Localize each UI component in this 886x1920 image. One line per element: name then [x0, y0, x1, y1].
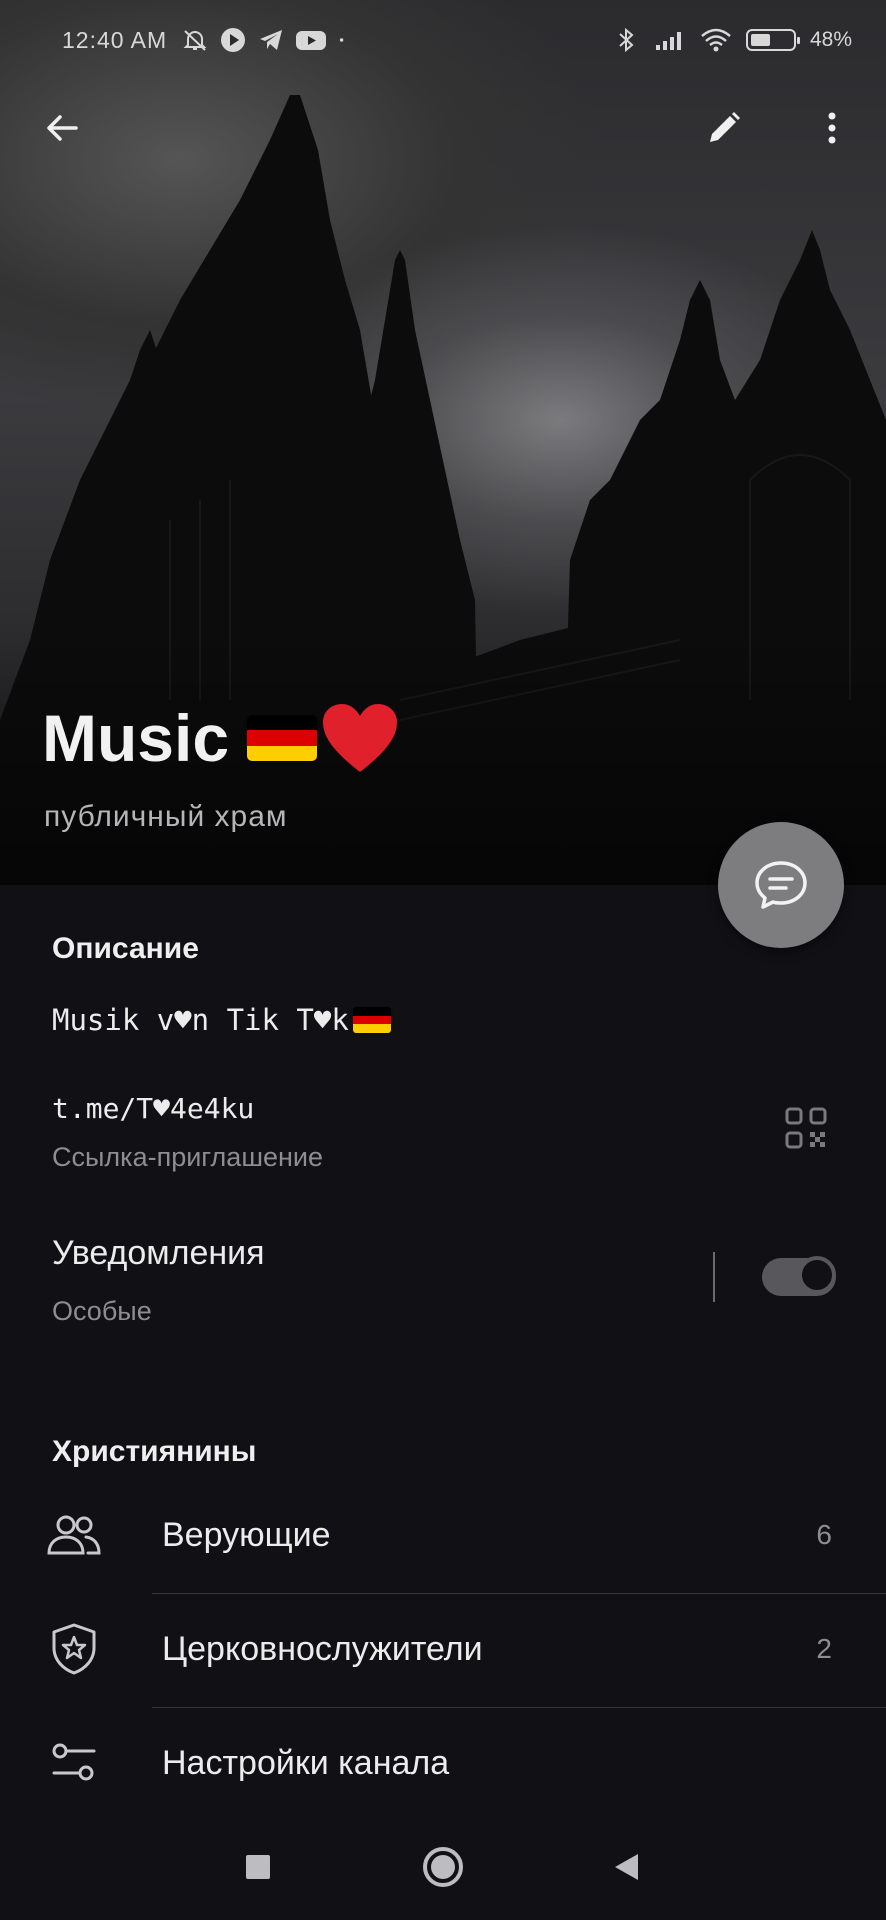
people-icon	[46, 1507, 102, 1563]
row-divider	[152, 1593, 886, 1594]
system-nav-bar	[0, 1830, 886, 1904]
channel-title: Music	[42, 700, 399, 776]
home-circle-icon	[423, 1847, 463, 1887]
description-text-body: Musik v♥n Tik T♥k	[52, 1003, 349, 1037]
invite-link-caption: Ссылка-приглашение	[52, 1142, 324, 1172]
row-members-label: Верующие	[162, 1515, 331, 1554]
channel-subtitle: публичный храм	[44, 800, 288, 833]
members-section-header: Християнины	[52, 1435, 257, 1468]
divider-vertical	[713, 1252, 715, 1302]
row-divider	[152, 1707, 886, 1708]
channel-name: Music	[42, 701, 230, 775]
notifications-toggle[interactable]	[762, 1256, 836, 1296]
edit-button[interactable]	[696, 100, 752, 156]
notifications-label[interactable]: Уведомления	[52, 1234, 265, 1273]
status-bar: 12:40 AM 48%	[62, 22, 852, 58]
row-members-count: 6	[816, 1519, 832, 1550]
message-bubble-icon	[755, 861, 807, 909]
more-vertical-icon	[828, 112, 836, 144]
battery-icon	[745, 29, 800, 51]
status-time: 12:40 AM	[62, 26, 168, 53]
discussion-button[interactable]	[718, 822, 844, 948]
red-heart-emoji	[323, 704, 398, 772]
row-channel-settings[interactable]: Настройки канала	[0, 1718, 886, 1808]
dot-icon	[340, 38, 344, 42]
top-toolbar	[0, 100, 886, 156]
telegram-icon	[260, 30, 283, 50]
arrow-left-icon	[47, 115, 78, 141]
german-flag-emoji	[247, 715, 318, 761]
german-flag-emoji	[352, 1007, 391, 1033]
bluetooth-icon	[619, 27, 634, 53]
row-members[interactable]: Верующие 6	[0, 1490, 886, 1580]
invite-link[interactable]: t.me/T♥4e4ku	[52, 1092, 254, 1125]
battery-percent: 48%	[809, 28, 852, 51]
toggle-knob	[798, 1256, 836, 1294]
signal-icon	[655, 32, 681, 50]
back-triangle-icon	[615, 1854, 638, 1880]
play-icon	[221, 28, 246, 52]
recent-apps-square-icon	[246, 1855, 270, 1879]
youtube-icon	[296, 31, 327, 50]
pencil-icon	[710, 112, 740, 142]
system-back-button[interactable]	[596, 1830, 656, 1904]
shield-star-icon	[46, 1621, 102, 1677]
notifications-value: Особые	[52, 1296, 152, 1326]
row-admins-count: 2	[816, 1633, 832, 1664]
row-admins[interactable]: Церковнослужители 2	[0, 1604, 886, 1694]
recent-apps-button[interactable]	[228, 1830, 288, 1904]
qr-code-icon[interactable]	[784, 1106, 828, 1150]
home-button[interactable]	[413, 1830, 473, 1904]
row-channel-settings-label: Настройки канала	[162, 1743, 450, 1782]
more-options-button[interactable]	[804, 100, 860, 156]
description-text: Musik v♥n Tik T♥k	[52, 1003, 391, 1037]
silent-bell-icon	[183, 30, 207, 51]
wifi-icon	[701, 28, 731, 52]
sliders-icon	[46, 1735, 102, 1791]
row-admins-label: Церковнослужители	[162, 1629, 483, 1668]
description-header: Описание	[52, 932, 199, 965]
back-button[interactable]	[34, 100, 90, 156]
